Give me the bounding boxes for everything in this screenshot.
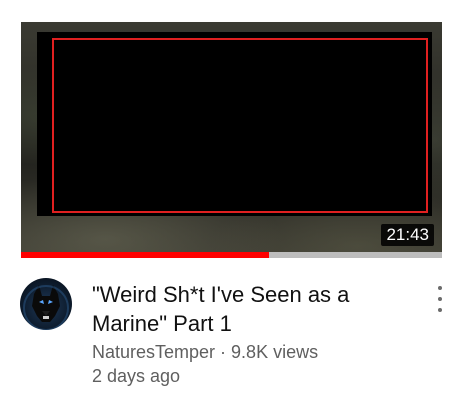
- kebab-dot: [438, 308, 442, 312]
- video-card[interactable]: 21:43 "Weird Sh*t I've Seen as a Marine"…: [0, 0, 463, 400]
- video-title-line-1: "Weird Sh*t I've Seen as a: [92, 282, 350, 307]
- duration-badge: 21:43: [381, 224, 434, 246]
- video-title[interactable]: "Weird Sh*t I've Seen as a Marine" Part …: [92, 280, 412, 338]
- video-meta: NaturesTemper · 9.8K views 2 days ago: [92, 340, 318, 388]
- kebab-dot: [438, 297, 442, 301]
- wolf-avatar-icon: [23, 285, 69, 330]
- upload-age: 2 days ago: [92, 366, 181, 386]
- kebab-dot: [438, 286, 442, 290]
- more-vert-icon[interactable]: [432, 286, 448, 312]
- channel-avatar[interactable]: [20, 278, 72, 330]
- view-count: 9.8K views: [231, 342, 319, 362]
- meta-separator: ·: [215, 342, 232, 362]
- channel-and-views: NaturesTemper · 9.8K views: [92, 340, 318, 364]
- watch-progress-fill: [21, 252, 270, 258]
- redaction-box: [52, 38, 428, 213]
- video-title-line-2: Marine" Part 1: [92, 311, 232, 336]
- video-thumbnail[interactable]: 21:43: [21, 22, 442, 258]
- channel-name[interactable]: NaturesTemper: [92, 342, 215, 362]
- watch-progress-bar: [21, 252, 442, 258]
